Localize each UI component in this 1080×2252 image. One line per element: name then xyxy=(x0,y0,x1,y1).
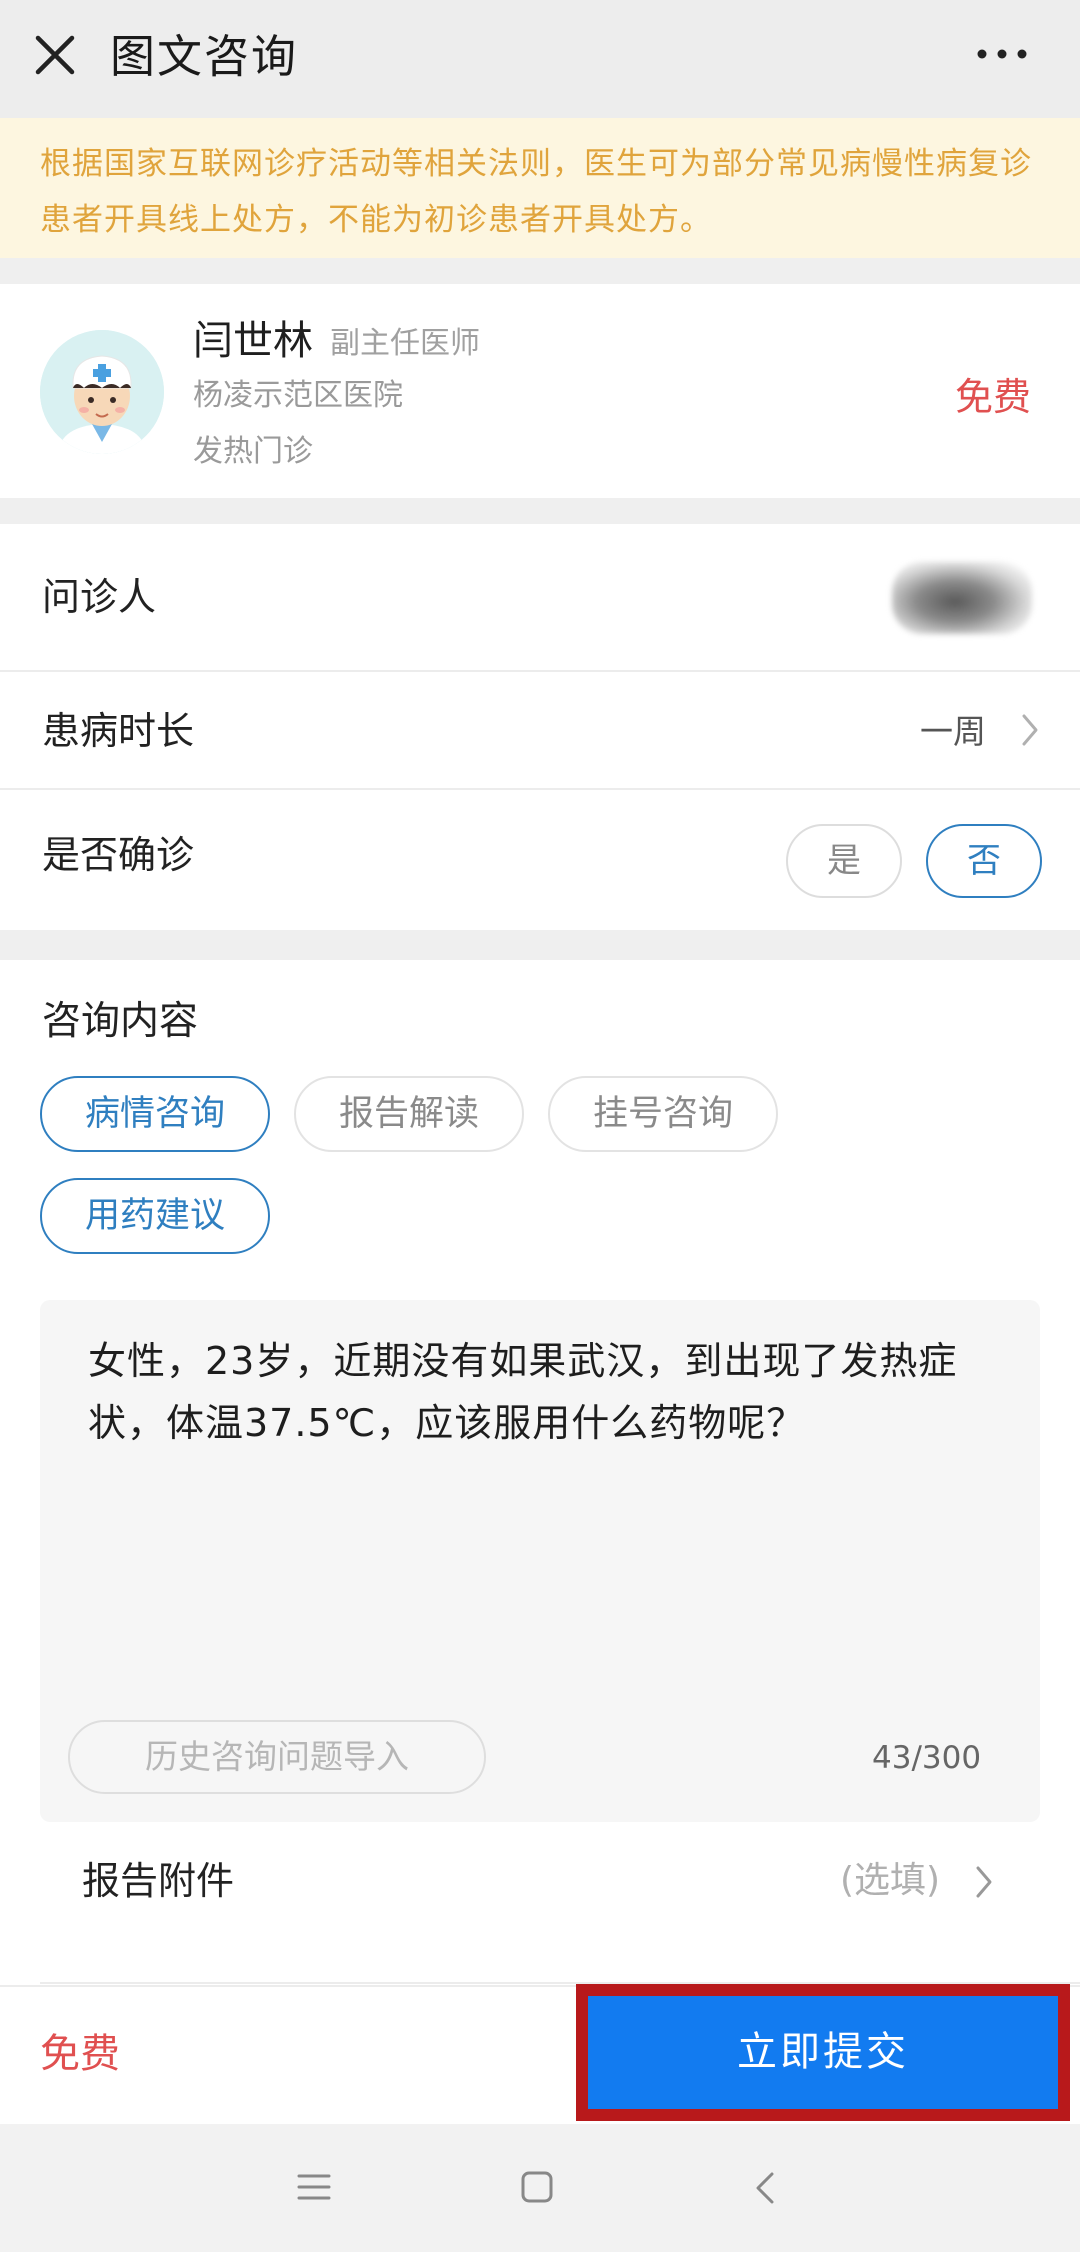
submit-highlight-box: 立即提交 xyxy=(576,1984,1070,2121)
patient-row[interactable]: 问诊人 xyxy=(0,524,1080,670)
duration-row[interactable]: 患病时长 一周 xyxy=(0,672,1080,788)
notice-banner: 根据国家互联网诊疗活动等相关法则，医生可为部分常见病慢性病复诊患者开具线上处方，… xyxy=(0,118,1080,258)
attachment-hint: (选填) xyxy=(840,1860,941,1901)
menu-icon[interactable] xyxy=(296,2172,332,2202)
diagnosed-no-button[interactable]: 否 xyxy=(926,824,1042,898)
doctor-rank: 副主任医师 xyxy=(330,326,480,361)
chevron-right-icon[interactable] xyxy=(974,1864,994,1900)
doctor-department: 发热门诊 xyxy=(193,434,313,469)
patient-name-redacted xyxy=(892,562,1032,634)
char-counter: 43/300 xyxy=(872,1740,982,1776)
diagnosed-label: 是否确诊 xyxy=(42,833,195,877)
consult-title: 咨询内容 xyxy=(42,999,199,1044)
home-icon[interactable] xyxy=(520,2170,554,2204)
top-bar: 图文咨询 xyxy=(0,0,1080,118)
doctor-hospital: 杨凌示范区医院 xyxy=(193,378,403,413)
notice-text: 根据国家互联网诊疗活动等相关法则，医生可为部分常见病慢性病复诊患者开具线上处方，… xyxy=(40,146,1032,238)
tag-registration[interactable]: 挂号咨询 xyxy=(548,1076,778,1152)
bottom-price: 免费 xyxy=(40,2031,120,2077)
diagnosed-row: 是否确诊 是 否 xyxy=(0,790,1080,930)
close-icon[interactable] xyxy=(30,30,80,80)
duration-label: 患病时长 xyxy=(42,709,195,753)
tag-medication[interactable]: 用药建议 xyxy=(40,1178,270,1254)
consult-section: 咨询内容 病情咨询 报告解读 挂号咨询 用药建议 女性，23岁，近期没有如果武汉… xyxy=(0,960,1080,2122)
more-icon[interactable] xyxy=(974,44,1030,64)
doctor-name: 闫世林 xyxy=(193,318,313,364)
system-nav-bar xyxy=(0,2124,1080,2252)
doctor-illustration-icon xyxy=(40,330,164,454)
question-text: 女性，23岁，近期没有如果武汉，到出现了发热症状，体温37.5℃，应该服用什么药… xyxy=(88,1339,958,1445)
doctor-card: 闫世林 副主任医师 杨凌示范区医院 发热门诊 免费 xyxy=(0,284,1080,498)
patient-label: 问诊人 xyxy=(42,575,157,619)
tag-report[interactable]: 报告解读 xyxy=(294,1076,524,1152)
doctor-price: 免费 xyxy=(955,375,1032,419)
back-icon[interactable] xyxy=(752,2170,776,2206)
chevron-right-icon xyxy=(1022,714,1038,746)
tag-condition[interactable]: 病情咨询 xyxy=(40,1076,270,1152)
question-textarea[interactable]: 女性，23岁，近期没有如果武汉，到出现了发热症状，体温37.5℃，应该服用什么药… xyxy=(40,1300,1040,1822)
history-import-button[interactable]: 历史咨询问题导入 xyxy=(68,1720,486,1794)
attachment-label[interactable]: 报告附件 xyxy=(82,1856,234,1906)
submit-button[interactable]: 立即提交 xyxy=(588,1996,1058,2109)
doctor-avatar xyxy=(40,330,164,454)
diagnosed-yes-button[interactable]: 是 xyxy=(786,824,902,898)
duration-value: 一周 xyxy=(920,712,986,751)
page-title: 图文咨询 xyxy=(110,30,299,83)
